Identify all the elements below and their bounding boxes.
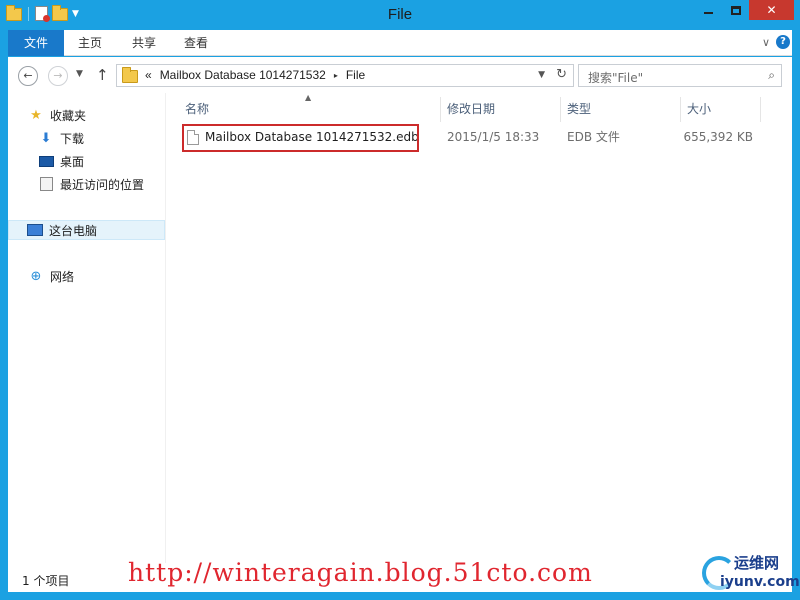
recent-places-icon [38, 176, 54, 192]
address-history-icon[interactable]: ▼ [538, 70, 545, 80]
highlight-annotation [182, 124, 419, 152]
breadcrumb-item-database[interactable]: Mailbox Database 1014271532 [160, 68, 326, 82]
nav-item-desktop[interactable]: 桌面 [8, 151, 165, 171]
window-controls: ✕ [695, 0, 794, 20]
ribbon-tabs: 文件 主页 共享 查看 ∨ ? [8, 30, 792, 56]
column-header-modified[interactable]: 修改日期 [441, 97, 561, 122]
nav-item-favorites[interactable]: ★ 收藏夹 [8, 105, 165, 125]
up-arrow-icon[interactable]: ↑ [96, 66, 109, 84]
navigation-bar: ← → ▼ ↑ « Mailbox Database 1014271532 ▸ … [8, 57, 792, 93]
chevron-down-icon[interactable]: ∨ [762, 36, 770, 49]
forward-button[interactable]: → [48, 66, 68, 86]
tab-view[interactable]: 查看 [172, 30, 220, 56]
nav-item-downloads[interactable]: ⬇ 下载 [8, 128, 165, 148]
tab-home[interactable]: 主页 [66, 30, 114, 56]
refresh-icon[interactable]: ↻ [556, 67, 567, 82]
nav-item-label: 下载 [60, 131, 85, 146]
search-input[interactable]: 搜索"File" [588, 69, 643, 86]
tab-share[interactable]: 共享 [120, 30, 168, 56]
search-icon[interactable]: ⌕ [768, 68, 775, 83]
nav-item-this-pc[interactable]: 这台电脑 [8, 220, 165, 240]
navigation-pane: ★ 收藏夹 ⬇ 下载 桌面 最近访问的位置 这台电脑 ⊕ 网络 [8, 93, 166, 563]
nav-item-recent[interactable]: 最近访问的位置 [8, 174, 165, 194]
item-count: 1 个项目 [22, 574, 70, 588]
star-icon: ★ [30, 107, 42, 123]
file-modified-cell: 2015/1/5 18:33 [447, 130, 540, 144]
back-button[interactable]: ← [18, 66, 38, 86]
watermark-url: http://winteragain.blog.51cto.com [128, 558, 593, 587]
title-bar: ▼ File ✕ [0, 0, 800, 30]
column-header-size[interactable]: 大小 [681, 97, 761, 122]
logo-title: 运维网 [734, 554, 780, 572]
column-header-type[interactable]: 类型 [561, 97, 681, 122]
nav-item-label: 网络 [50, 269, 75, 284]
nav-item-label: 收藏夹 [50, 108, 87, 123]
download-folder-icon: ⬇ [40, 130, 52, 146]
computer-icon [27, 222, 43, 238]
content-area: ★ 收藏夹 ⬇ 下载 桌面 最近访问的位置 这台电脑 ⊕ 网络 ▲ 名称 修改日… [8, 93, 792, 592]
file-size-cell: 655,392 KB [683, 130, 753, 144]
file-list: ▲ 名称 修改日期 类型 大小 Mailbox Database 1014271… [167, 93, 792, 563]
search-box[interactable]: 搜索"File" ⌕ [578, 64, 782, 87]
nav-item-label: 最近访问的位置 [60, 177, 145, 192]
close-button[interactable]: ✕ [749, 0, 794, 20]
nav-item-network[interactable]: ⊕ 网络 [8, 266, 165, 286]
tab-file[interactable]: 文件 [8, 30, 64, 56]
nav-item-label: 这台电脑 [49, 223, 98, 238]
breadcrumb-separator[interactable]: ▸ [334, 71, 338, 80]
column-header-name[interactable]: 名称 [179, 97, 441, 122]
site-logo: 运维网 iyunv.com [700, 550, 800, 598]
file-type-cell: EDB 文件 [567, 130, 620, 144]
minimize-button[interactable] [695, 0, 722, 20]
desktop-icon [38, 153, 54, 169]
help-icon[interactable]: ? [776, 35, 790, 49]
maximize-icon [730, 5, 741, 15]
logo-domain: iyunv.com [720, 574, 800, 590]
window-title: File [387, 6, 413, 23]
maximize-button[interactable] [722, 0, 749, 20]
breadcrumb-item-file[interactable]: File [346, 68, 365, 82]
folder-icon [122, 67, 138, 83]
explorer-window: ▼ File ✕ 文件 主页 共享 查看 ∨ ? ← → ▼ ↑ « Mailb… [0, 0, 800, 600]
network-icon: ⊕ [30, 268, 42, 284]
breadcrumb: « Mailbox Database 1014271532 ▸ File [145, 68, 365, 82]
address-bar[interactable]: « Mailbox Database 1014271532 ▸ File ▼ ↻ [116, 64, 574, 87]
recent-locations-icon[interactable]: ▼ [76, 69, 83, 79]
breadcrumb-overflow[interactable]: « [145, 68, 152, 82]
minimize-icon [704, 12, 713, 14]
nav-item-label: 桌面 [60, 154, 85, 169]
